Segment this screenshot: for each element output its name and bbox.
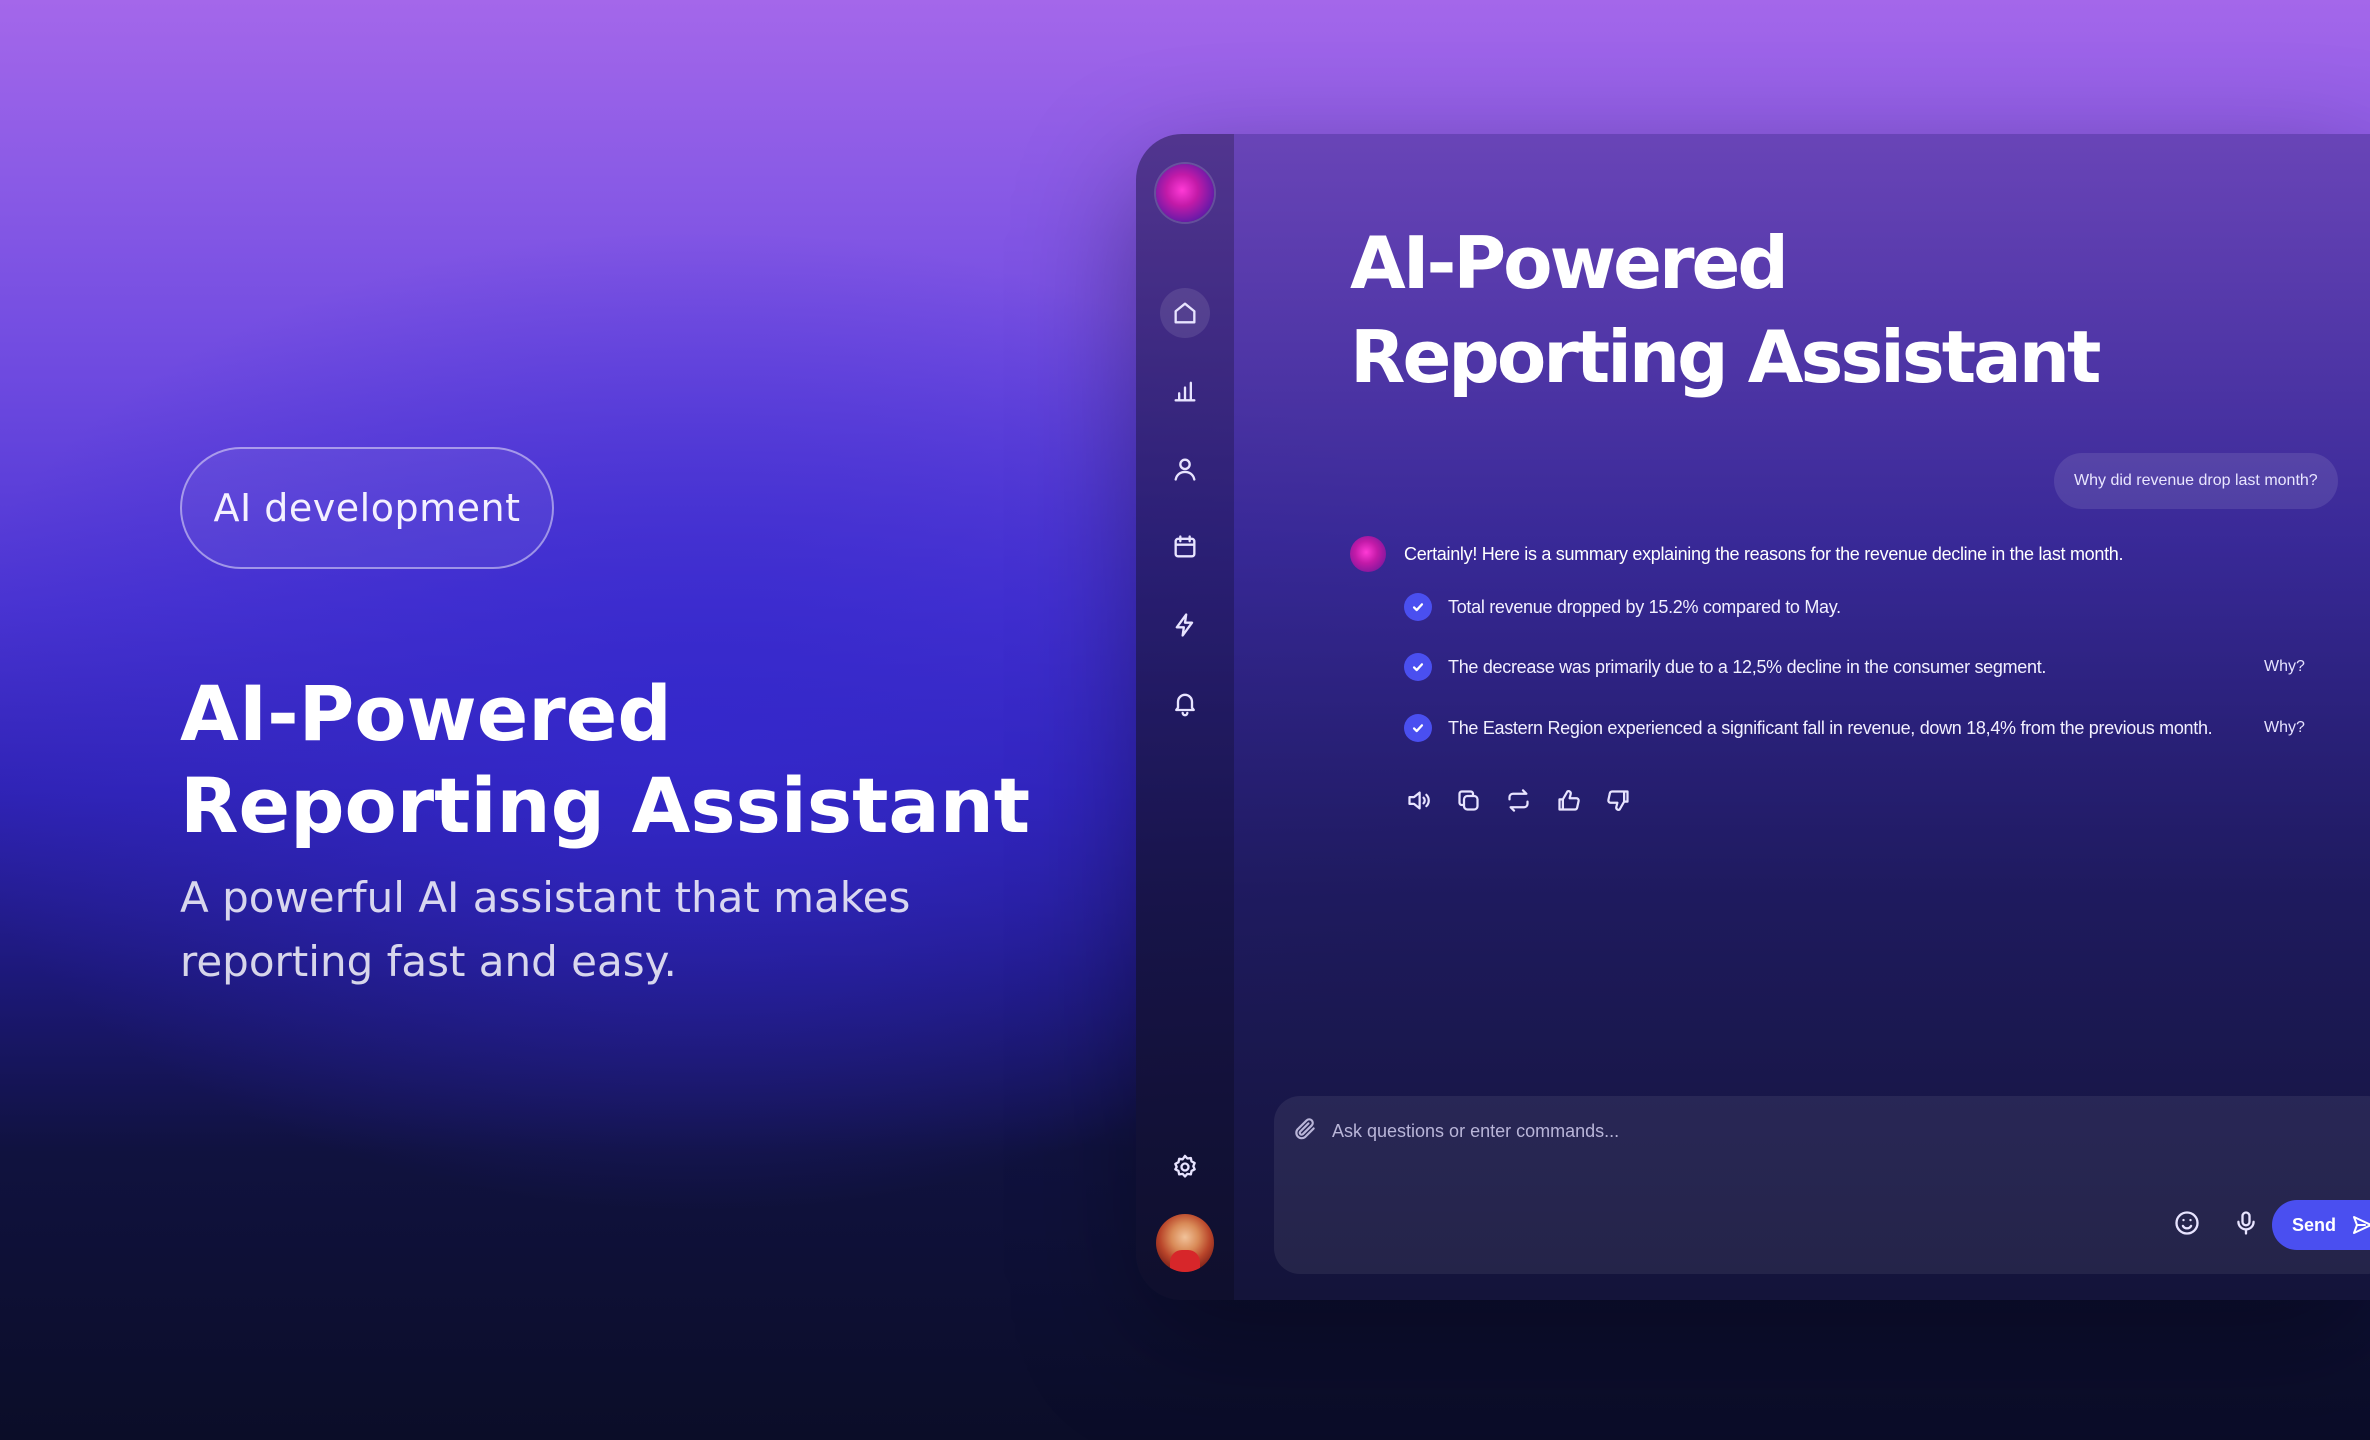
chat-input[interactable] [1330, 1112, 2034, 1150]
speaker-icon [1407, 791, 1430, 809]
avatar[interactable] [1156, 1214, 1214, 1272]
sidebar-item-users[interactable] [1160, 444, 1210, 494]
hero-subtitle: A powerful AI assistant that makes repor… [180, 873, 911, 986]
composer: Send [1274, 1096, 2370, 1274]
category-tag: AI development [180, 447, 554, 569]
ai-message-intro: Certainly! Here is a summary explaining … [1404, 544, 2124, 564]
voice-input-button[interactable] [2229, 1206, 2263, 1240]
sidebar-item-automation[interactable] [1160, 600, 1210, 650]
copy-icon [1457, 789, 1479, 811]
thumbs-down-icon [1606, 789, 1629, 811]
regenerate-button[interactable] [1502, 784, 1534, 816]
send-icon [2353, 1216, 2370, 1234]
thumbs-up-icon [1557, 789, 1580, 811]
list-item-text: The Eastern Region experienced a signifi… [1448, 717, 2213, 738]
ai-avatar [1350, 536, 1386, 572]
send-button[interactable]: Send [2272, 1200, 2370, 1250]
app-window: AI-Powered Reporting Assistant Why did r… [1136, 134, 2370, 1300]
paperclip-icon [1295, 1118, 1315, 1140]
sidebar [1136, 134, 1234, 1300]
user-message: Why did revenue drop last month? [2054, 453, 2338, 509]
message-actions [1402, 784, 1634, 816]
gear-icon [1174, 1154, 1196, 1178]
list-item: The decrease was primarily due to a 12,5… [1404, 652, 2046, 682]
home-icon [1174, 302, 1196, 324]
emoji-button[interactable] [2170, 1206, 2204, 1240]
page-title: AI-Powered Reporting Assistant [1350, 221, 2101, 399]
why-button[interactable]: Why? [2264, 713, 2305, 743]
sidebar-item-calendar[interactable] [1160, 522, 1210, 572]
list-item-text: Total revenue dropped by 15.2% compared … [1448, 596, 1841, 617]
attach-button[interactable] [1292, 1116, 1322, 1146]
thumbs-down-button[interactable] [1602, 784, 1634, 816]
regenerate-icon [1507, 788, 1529, 812]
check-icon [1404, 653, 1432, 681]
send-label: Send [2292, 1214, 2337, 1235]
sidebar-item-home[interactable] [1160, 288, 1210, 338]
check-icon [1404, 714, 1432, 742]
microphone-icon [2237, 1211, 2255, 1235]
sidebar-item-settings[interactable] [1160, 1142, 1210, 1192]
lightning-icon [1175, 613, 1194, 637]
why-button[interactable]: Why? [2264, 652, 2305, 682]
list-item: The Eastern Region experienced a signifi… [1404, 713, 2213, 743]
bell-icon [1175, 693, 1195, 717]
thumbs-up-button[interactable] [1552, 784, 1584, 816]
list-item: Total revenue dropped by 15.2% compared … [1404, 592, 1841, 622]
calendar-icon [1174, 535, 1196, 558]
sidebar-item-notifications[interactable] [1160, 678, 1210, 728]
logo[interactable] [1156, 164, 1214, 222]
copy-button[interactable] [1452, 784, 1484, 816]
user-icon [1174, 458, 1196, 481]
bar-chart-icon [1174, 381, 1196, 402]
list-item-text: The decrease was primarily due to a 12,5… [1448, 656, 2047, 677]
hero-title: AI-Powered Reporting Assistant [180, 669, 1031, 850]
sidebar-item-analytics[interactable] [1160, 366, 1210, 416]
read-aloud-button[interactable] [1402, 784, 1434, 816]
check-icon [1404, 593, 1432, 621]
emoji-icon [2175, 1211, 2199, 1235]
